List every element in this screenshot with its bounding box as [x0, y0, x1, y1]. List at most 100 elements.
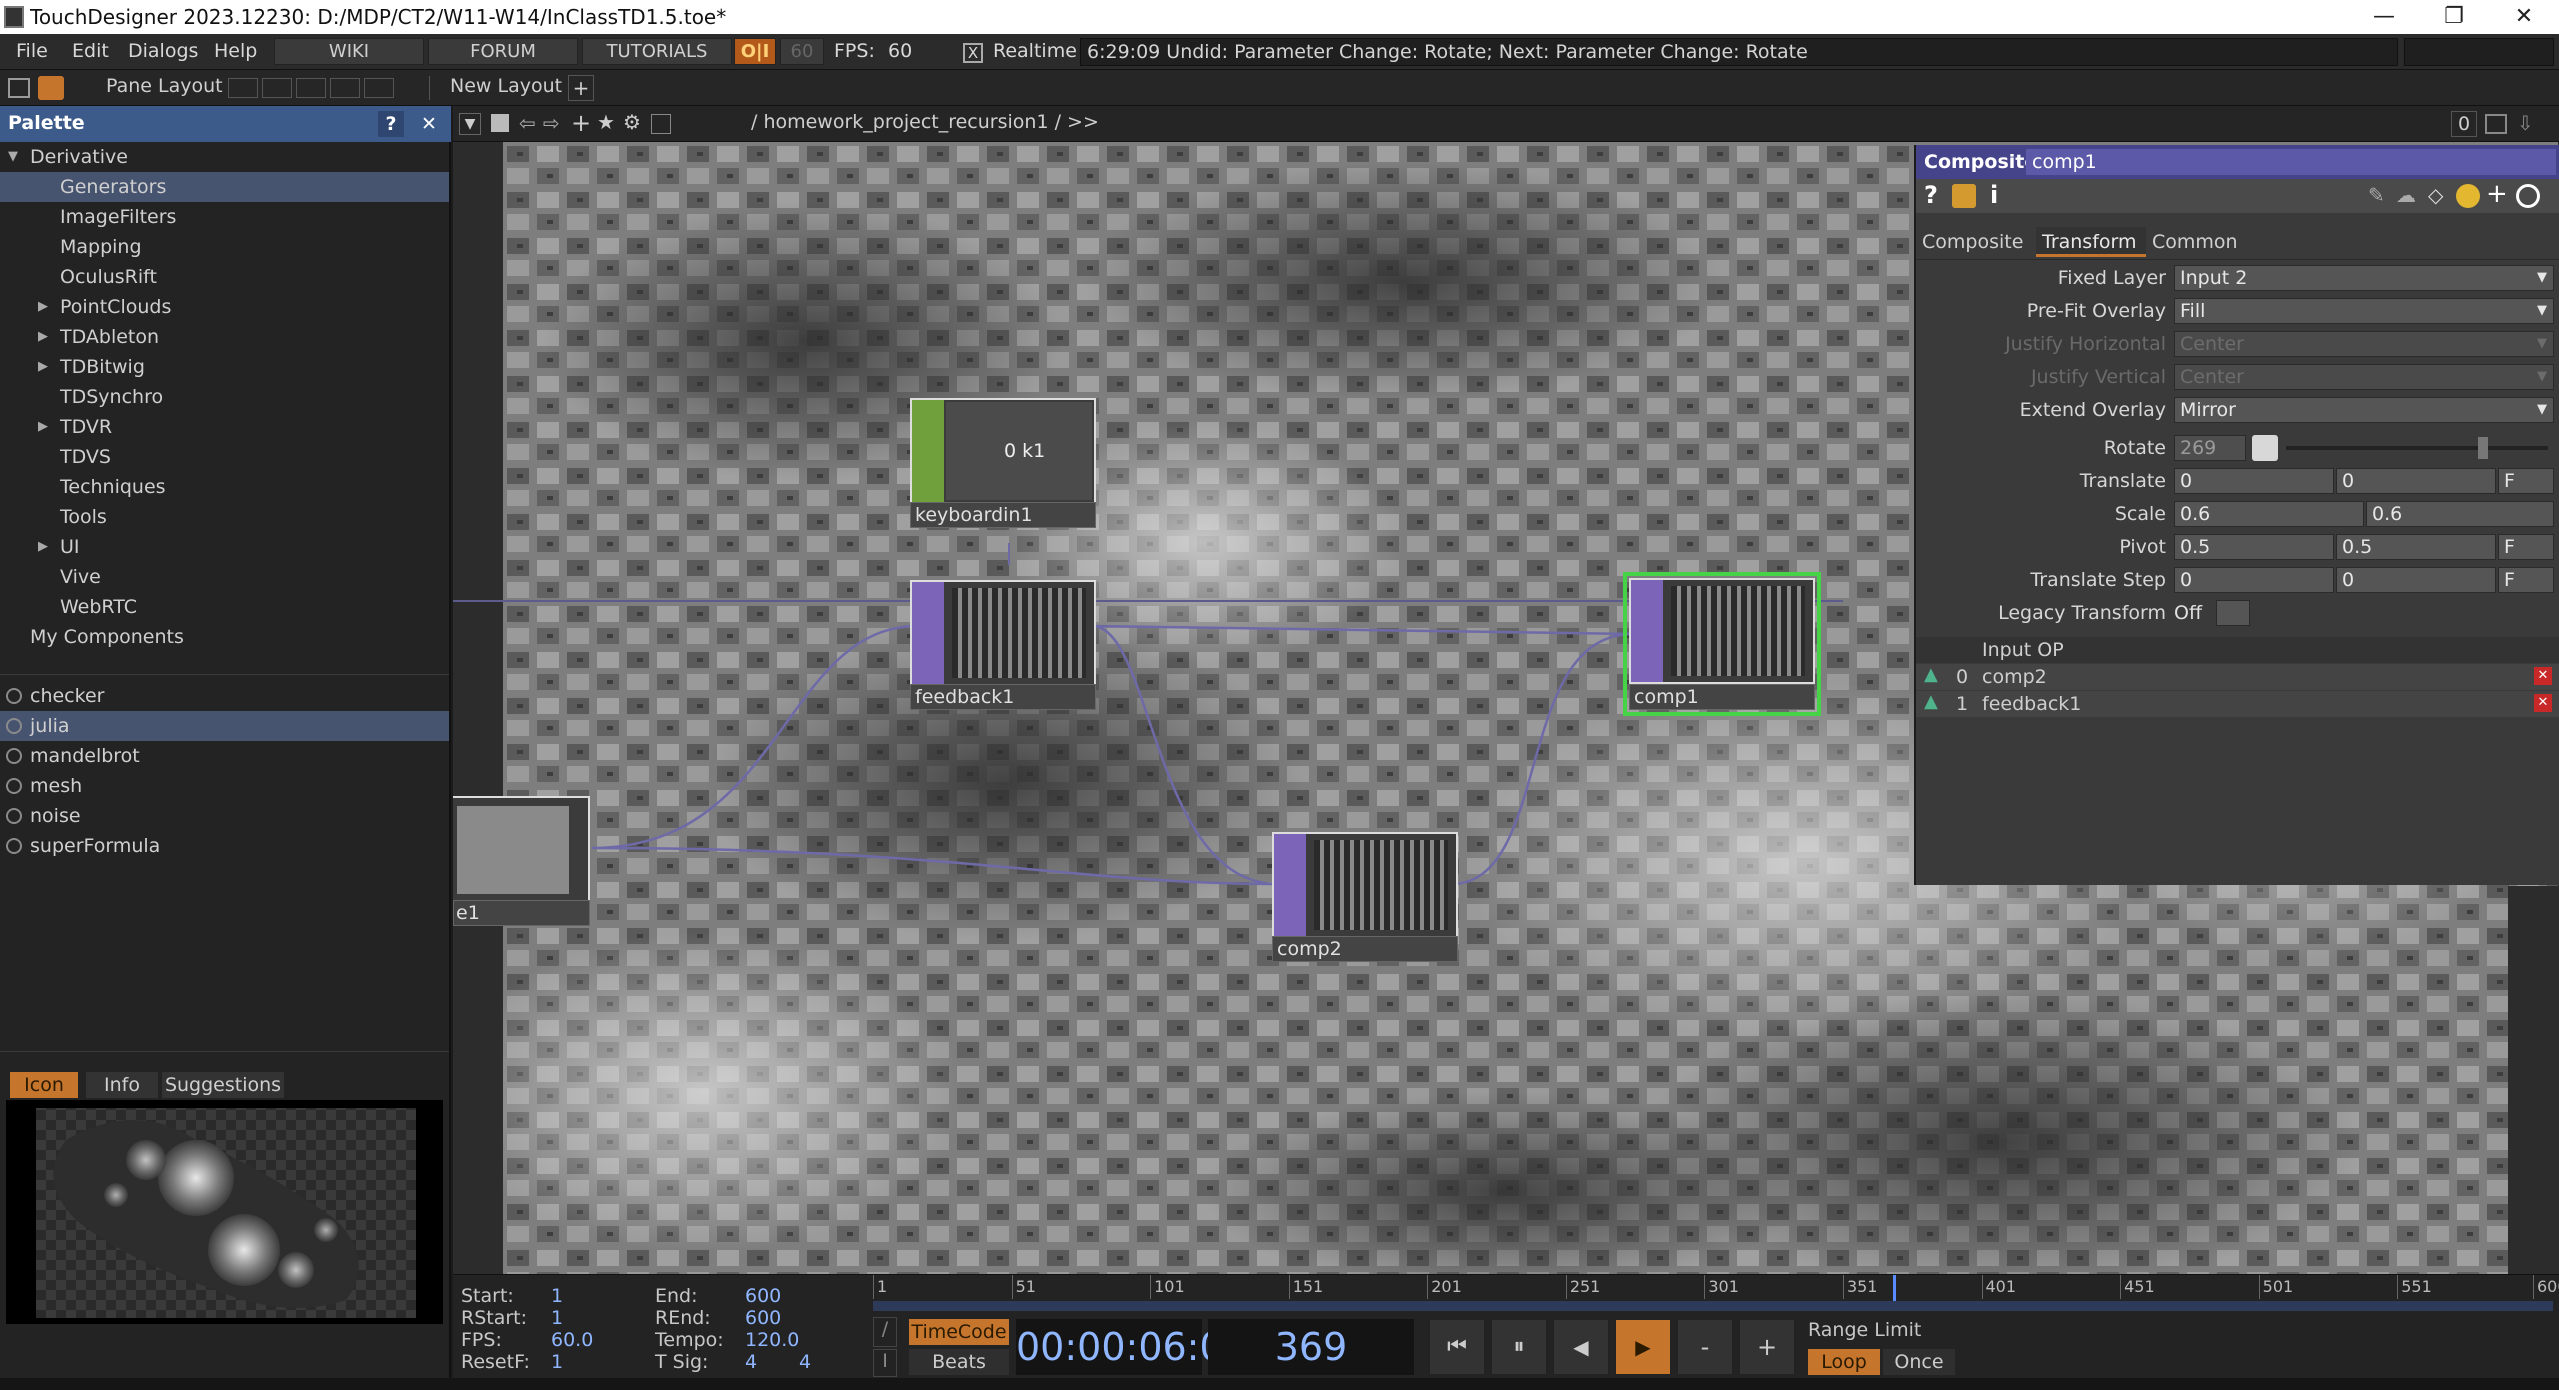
slash-icon[interactable]: /	[873, 1317, 897, 1347]
translate-step-unit-dropdown[interactable]: F	[2498, 567, 2554, 593]
component-list-item[interactable]: superFormula	[0, 831, 449, 861]
tsig-denominator[interactable]: 4	[799, 1351, 811, 1373]
palette-tab-icon[interactable]: Icon	[10, 1072, 78, 1098]
node-comp2[interactable]	[1272, 832, 1458, 938]
rewind-button[interactable]: ⏮	[1429, 1319, 1485, 1375]
translate-step-x-field[interactable]: 0	[2174, 567, 2334, 593]
layout-split-vertical-icon[interactable]	[262, 78, 292, 98]
palette-tree-item[interactable]: ImageFilters	[0, 202, 449, 232]
tab-common[interactable]: Common	[2152, 231, 2238, 253]
forum-button[interactable]: FORUM	[428, 38, 578, 65]
input-name[interactable]: comp2	[1982, 666, 2047, 688]
palette-help-button[interactable]: ?	[378, 111, 404, 137]
node-partial-left[interactable]	[453, 796, 590, 902]
palette-tree-item[interactable]: WebRTC	[0, 592, 449, 622]
palette-tree-item[interactable]: OculusRift	[0, 262, 449, 292]
param-dropdown[interactable]: Input 2 ▼	[2174, 265, 2554, 291]
beats-toggle[interactable]: Beats	[909, 1349, 1009, 1375]
palette-close-button[interactable]: ✕	[416, 111, 442, 137]
wiki-button[interactable]: WIKI	[274, 38, 424, 65]
palette-tree-item[interactable]: Tools	[0, 502, 449, 532]
loop-toggle[interactable]: Loop	[1808, 1349, 1880, 1375]
tab-transform-active[interactable]: Transform	[2036, 227, 2146, 257]
palette-tree-item[interactable]: ▶ UI	[0, 532, 449, 562]
layout-split-horizontal-icon[interactable]	[296, 78, 326, 98]
translate-y-field[interactable]: 0	[2336, 468, 2496, 494]
op-name-field[interactable]: comp1	[2026, 149, 2556, 175]
component-list-item[interactable]: mesh	[0, 771, 449, 801]
start-value[interactable]: 1	[551, 1285, 563, 1307]
close-window-button[interactable]: ✕	[2489, 0, 2559, 34]
move-up-icon[interactable]: ▲	[1924, 691, 1938, 712]
palette-tree-item[interactable]: ▶ TDAbleton	[0, 322, 449, 352]
rotate-field[interactable]: 269	[2174, 435, 2246, 461]
expand-right-icon[interactable]: ▶	[38, 322, 48, 352]
param-dropdown[interactable]: Fill ▼	[2174, 298, 2554, 324]
param-dropdown[interactable]: Center ▼	[2174, 364, 2554, 390]
home-icon[interactable]	[38, 76, 64, 100]
translate-step-y-field[interactable]: 0	[2336, 567, 2496, 593]
fps-value[interactable]: 60.0	[551, 1329, 593, 1351]
palette-tree-item[interactable]: ▶ PointClouds	[0, 292, 449, 322]
component-list-item[interactable]: checker	[0, 681, 449, 711]
comment-icon[interactable]: ☁	[2396, 183, 2416, 207]
add-layout-button[interactable]: +	[568, 75, 594, 101]
palette-tree-item[interactable]: Generators	[0, 172, 449, 202]
node-keyboardin1[interactable]: 0 k1	[910, 398, 1096, 504]
node-partial-left-label-bar[interactable]: e1	[453, 900, 590, 926]
node-comp1[interactable]	[1629, 578, 1815, 684]
node-feedback1[interactable]	[910, 580, 1096, 686]
menu-edit[interactable]: Edit	[72, 40, 109, 62]
layout-single-icon[interactable]	[228, 78, 258, 98]
expand-down-icon[interactable]: ▼	[8, 142, 18, 172]
param-dropdown[interactable]: Center ▼	[2174, 331, 2554, 357]
target-icon[interactable]	[2516, 184, 2540, 208]
maximize-button[interactable]: ❐	[2419, 0, 2489, 34]
menu-file[interactable]: File	[16, 40, 48, 62]
timeline-range-bar[interactable]	[873, 1301, 2553, 1311]
help-icon[interactable]: ?	[1924, 181, 1938, 209]
step-forward-button[interactable]: +	[1739, 1319, 1795, 1375]
beat-icon[interactable]: I	[873, 1349, 897, 1377]
pivot-y-field[interactable]: 0.5	[2336, 534, 2496, 560]
realtime-checkbox[interactable]: X	[963, 43, 983, 63]
palette-tree-item[interactable]: Techniques	[0, 472, 449, 502]
palette-tree-item[interactable]: ▶ TDBitwig	[0, 352, 449, 382]
add-custom-param-icon[interactable]: +	[2486, 179, 2508, 209]
translate-unit-dropdown[interactable]: F	[2498, 468, 2554, 494]
end-value[interactable]: 600	[745, 1285, 781, 1307]
tutorials-button[interactable]: TUTORIALS	[582, 38, 732, 65]
palette-tab-suggestions[interactable]: Suggestions	[162, 1072, 284, 1098]
bookmark-icon[interactable]: ◇	[2428, 183, 2443, 207]
palette-tree-item[interactable]: TDVS	[0, 442, 449, 472]
node-keyboardin1-label-bar[interactable]: keyboardin1	[910, 502, 1096, 528]
expand-right-icon[interactable]: ▶	[38, 352, 48, 382]
pause-button[interactable]: ⏸	[1491, 1319, 1547, 1375]
legacy-transform-toggle[interactable]	[2216, 600, 2250, 626]
rstart-value[interactable]: 1	[551, 1307, 563, 1329]
tab-composite[interactable]: Composite	[1922, 231, 2023, 253]
rotate-slider-handle[interactable]	[2478, 437, 2488, 459]
component-list-item[interactable]: mandelbrot	[0, 741, 449, 771]
tsig-numerator[interactable]: 4	[745, 1351, 757, 1373]
node-feedback1-label-bar[interactable]: feedback1	[910, 684, 1096, 710]
playhead[interactable]	[1892, 1275, 1896, 1301]
python-help-icon[interactable]	[1952, 184, 1976, 208]
palette-tree-item[interactable]: TDSynchro	[0, 382, 449, 412]
timecode-toggle[interactable]: TimeCode	[909, 1319, 1009, 1345]
once-toggle[interactable]: Once	[1883, 1349, 1955, 1375]
pane-toggle-icon[interactable]	[8, 78, 30, 98]
pivot-x-field[interactable]: 0.5	[2174, 534, 2334, 560]
tempo-value[interactable]: 120.0	[745, 1329, 799, 1351]
scale-y-field[interactable]: 0.6	[2366, 501, 2554, 527]
scale-x-field[interactable]: 0.6	[2174, 501, 2364, 527]
component-list-item[interactable]: noise	[0, 801, 449, 831]
info-icon[interactable]: i	[1990, 181, 1998, 209]
remove-input-icon[interactable]: ✕	[2534, 694, 2552, 712]
resetf-value[interactable]: 1	[551, 1351, 563, 1373]
minimize-button[interactable]: —	[2349, 0, 2419, 34]
play-forward-button[interactable]: ▶	[1615, 1319, 1671, 1375]
input-op-row[interactable]: ▲ 1 feedback1 ✕	[1916, 691, 2559, 717]
palette-tab-info[interactable]: Info	[86, 1072, 158, 1098]
rotate-reset-icon[interactable]	[2252, 435, 2278, 461]
